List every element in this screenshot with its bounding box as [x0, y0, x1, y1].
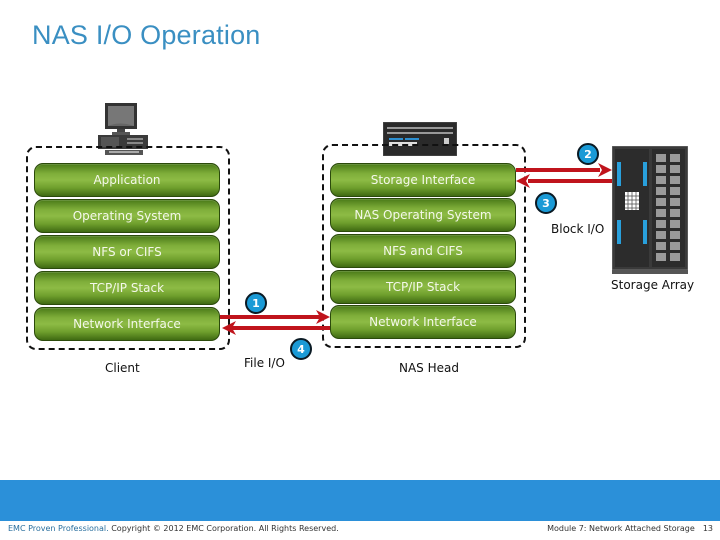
client-layer-operating-system: Operating System: [34, 199, 220, 233]
client-layer-application: Application: [34, 163, 220, 197]
step-badge-1: 1: [245, 292, 267, 314]
storage-array-label: Storage Array: [611, 278, 695, 292]
nas-layer-nfs-and-cifs: NFS and CIFS: [330, 234, 516, 268]
block-io-label: Block I/O: [551, 222, 605, 236]
block-io-request-arrowhead: [598, 163, 612, 177]
step-badge-2: 2: [577, 143, 599, 165]
footer-copyright-text: Copyright © 2012 EMC Corporation. All Ri…: [108, 524, 339, 533]
client-layer-network-interface: Network Interface: [34, 307, 220, 341]
nas-layer-tcpip-stack: TCP/IP Stack: [330, 270, 516, 304]
storage-array-rack-icon: [612, 146, 688, 274]
footer-module: Module 7: Network Attached Storage: [547, 524, 695, 533]
footer-bar: [0, 480, 720, 521]
step-badge-3: 3: [535, 192, 557, 214]
footer-module-info: Module 7: Network Attached Storage 13: [547, 524, 713, 533]
step-badge-4: 4: [290, 338, 312, 360]
nas-layer-network-interface: Network Interface: [330, 305, 516, 339]
footer-brand: EMC Proven Professional.: [8, 524, 109, 533]
footer-copyright: EMC Proven Professional. Copyright © 201…: [8, 524, 339, 533]
slide-title: NAS I/O Operation: [32, 20, 261, 50]
file-io-label: File I/O: [244, 356, 285, 370]
client-layer-tcpip-stack: TCP/IP Stack: [34, 271, 220, 305]
footer-page-number: 13: [702, 524, 713, 533]
nas-layer-nas-operating-system: NAS Operating System: [330, 198, 516, 232]
nas-head-label: NAS Head: [399, 361, 459, 375]
client-layer-nfs-or-cifs: NFS or CIFS: [34, 235, 220, 269]
client-label: Client: [105, 361, 140, 375]
nas-layer-storage-interface: Storage Interface: [330, 163, 516, 197]
